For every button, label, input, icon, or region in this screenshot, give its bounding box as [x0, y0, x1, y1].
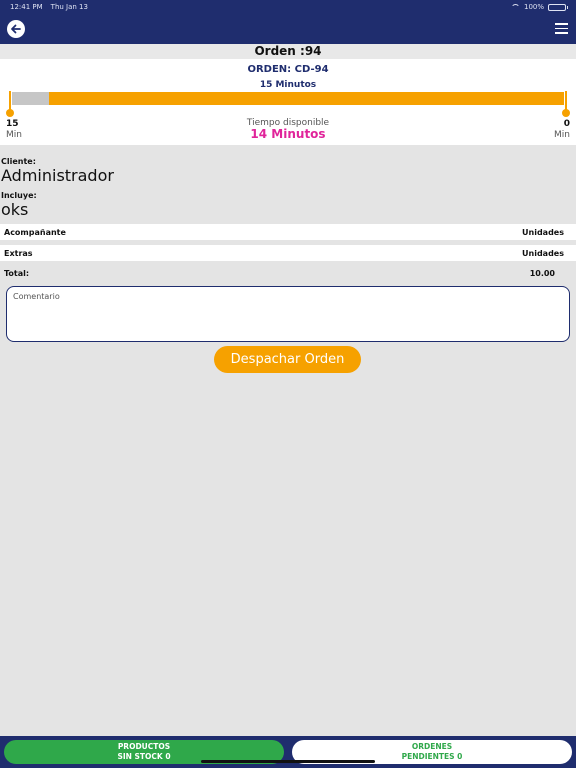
bottom-bar: PRODUCTOS SIN STOCK 0 ORDENES PENDIENTES… [0, 736, 576, 768]
status-right: 100% [510, 3, 568, 11]
total-minutes: 15 Minutos [259, 80, 317, 90]
time-progress-bar [12, 92, 564, 105]
includes-label: Incluye: [1, 191, 37, 200]
row-name: Acompañante [4, 227, 66, 237]
dispatch-order-button[interactable]: Despachar Orden [214, 346, 361, 373]
total-value: 10.00 [529, 268, 555, 278]
available-time-value: 14 Minutos [250, 127, 326, 141]
row-unit: Unidades [522, 227, 564, 237]
row-acompanante: Acompañante Unidades [0, 224, 576, 240]
timer-panel: ORDEN: CD-94 15 Minutos 15 Min 0 Min Tie… [0, 59, 576, 145]
nav-bar [0, 14, 576, 44]
battery-percent: 100% [523, 3, 544, 11]
page-title: Orden :94 [0, 44, 576, 59]
hamburger-menu-icon[interactable] [555, 23, 568, 34]
start-marker [6, 109, 14, 117]
status-time: 12:41 PM [10, 3, 43, 11]
total-row: Total: 10.00 [0, 265, 576, 281]
client-label: Cliente: [1, 157, 36, 166]
includes-value: oks [1, 200, 29, 219]
home-indicator [201, 760, 375, 763]
total-label: Total: [4, 268, 30, 278]
status-date: Thu Jan 13 [50, 3, 88, 11]
comment-input[interactable] [6, 286, 570, 342]
arrow-left-icon [11, 24, 21, 34]
battery-icon [548, 3, 568, 11]
time-elapsed-fill [12, 92, 49, 105]
row-unit: Unidades [522, 248, 564, 258]
row-name: Extras [4, 248, 33, 258]
tab-label-line1: ORDENES [411, 742, 453, 751]
order-code: ORDEN: CD-94 [247, 64, 329, 75]
tab-label-line1: PRODUCTOS [117, 742, 171, 751]
end-marker [562, 109, 570, 117]
back-button[interactable] [7, 20, 25, 38]
row-extras: Extras Unidades [0, 245, 576, 261]
client-value: Administrador [1, 166, 114, 185]
status-bar: 12:41 PM Thu Jan 13 100% [0, 0, 576, 14]
wifi-icon [510, 4, 520, 10]
